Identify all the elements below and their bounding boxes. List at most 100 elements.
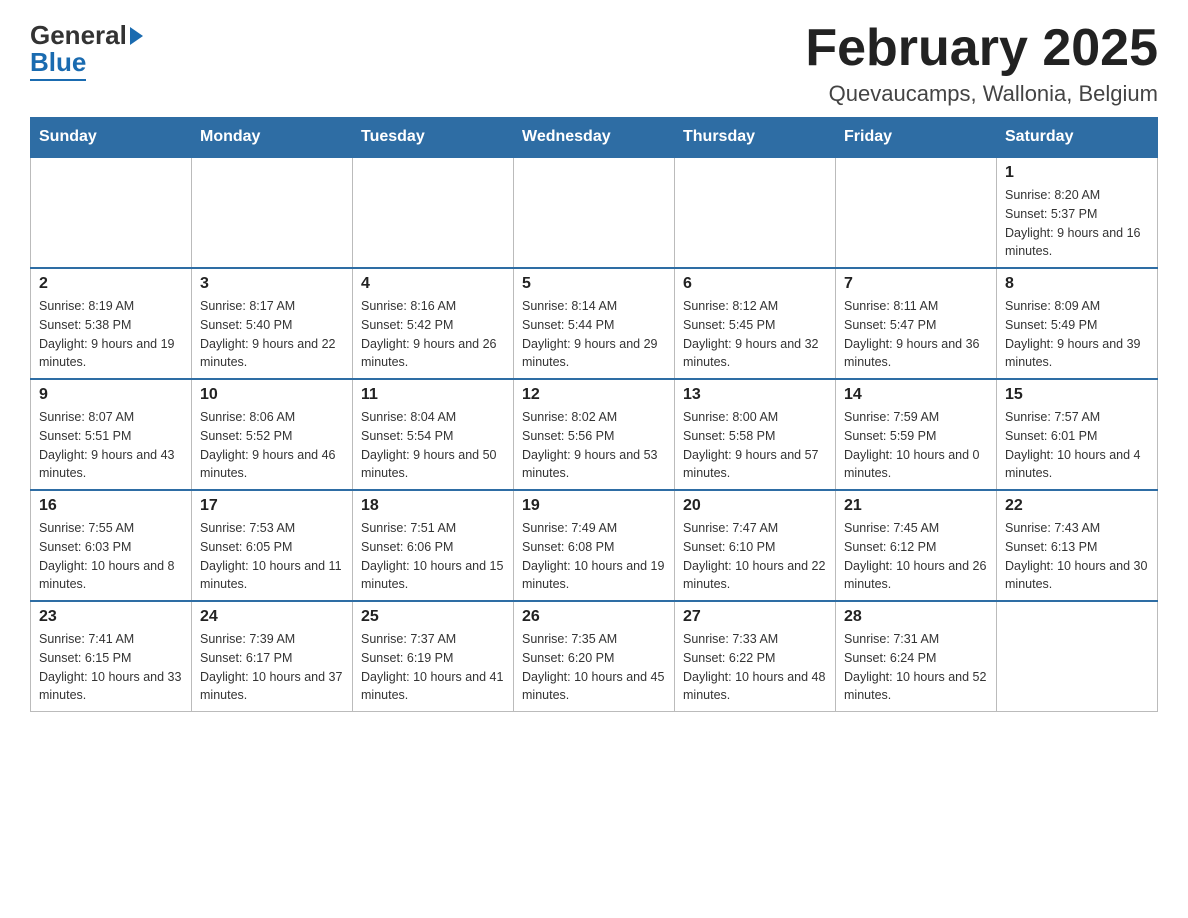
- calendar-week-row: 9 Sunrise: 8:07 AM Sunset: 5:51 PM Daylig…: [31, 379, 1158, 490]
- day-info: Sunrise: 7:33 AM Sunset: 6:22 PM Dayligh…: [683, 630, 827, 705]
- calendar-cell: [997, 601, 1158, 712]
- calendar-table: SundayMondayTuesdayWednesdayThursdayFrid…: [30, 117, 1158, 712]
- calendar-cell: 3 Sunrise: 8:17 AM Sunset: 5:40 PM Daylig…: [192, 268, 353, 379]
- calendar-cell: 2Sunrise: 8:19 AM Sunset: 5:38 PM Daylig…: [31, 268, 192, 379]
- day-info: Sunrise: 7:51 AM Sunset: 6:06 PM Dayligh…: [361, 519, 505, 594]
- calendar-cell: 1 Sunrise: 8:20 AM Sunset: 5:37 PM Daylig…: [997, 157, 1158, 268]
- calendar-cell: 8Sunrise: 8:09 AM Sunset: 5:49 PM Daylig…: [997, 268, 1158, 379]
- day-number: 6: [683, 275, 827, 293]
- day-of-week-header: Tuesday: [353, 118, 514, 158]
- day-info: Sunrise: 7:43 AM Sunset: 6:13 PM Dayligh…: [1005, 519, 1149, 594]
- calendar-cell: 21 Sunrise: 7:45 AM Sunset: 6:12 PM Dayli…: [836, 490, 997, 601]
- location-label: Quevaucamps, Wallonia, Belgium: [805, 81, 1158, 107]
- day-number: 4: [361, 275, 505, 293]
- day-info: Sunrise: 8:09 AM Sunset: 5:49 PM Dayligh…: [1005, 297, 1149, 372]
- calendar-cell: 12 Sunrise: 8:02 AM Sunset: 5:56 PM Dayli…: [514, 379, 675, 490]
- logo-underline: [30, 79, 86, 81]
- month-title: February 2025: [805, 20, 1158, 77]
- calendar-cell: 27 Sunrise: 7:33 AM Sunset: 6:22 PM Dayli…: [675, 601, 836, 712]
- day-info: Sunrise: 7:31 AM Sunset: 6:24 PM Dayligh…: [844, 630, 988, 705]
- day-info: Sunrise: 8:04 AM Sunset: 5:54 PM Dayligh…: [361, 408, 505, 483]
- day-info: Sunrise: 7:53 AM Sunset: 6:05 PM Dayligh…: [200, 519, 344, 594]
- day-info: Sunrise: 8:11 AM Sunset: 5:47 PM Dayligh…: [844, 297, 988, 372]
- calendar-cell: [514, 157, 675, 268]
- day-info: Sunrise: 7:37 AM Sunset: 6:19 PM Dayligh…: [361, 630, 505, 705]
- calendar-cell: 9 Sunrise: 8:07 AM Sunset: 5:51 PM Daylig…: [31, 379, 192, 490]
- day-number: 7: [844, 275, 988, 293]
- day-number: 2: [39, 275, 183, 293]
- calendar-cell: [192, 157, 353, 268]
- logo-blue-text: Blue: [30, 47, 86, 77]
- day-info: Sunrise: 8:20 AM Sunset: 5:37 PM Dayligh…: [1005, 186, 1149, 261]
- day-number: 22: [1005, 497, 1149, 515]
- day-info: Sunrise: 7:45 AM Sunset: 6:12 PM Dayligh…: [844, 519, 988, 594]
- day-number: 21: [844, 497, 988, 515]
- logo: General Blue: [30, 20, 143, 81]
- day-info: Sunrise: 8:14 AM Sunset: 5:44 PM Dayligh…: [522, 297, 666, 372]
- calendar-cell: 19 Sunrise: 7:49 AM Sunset: 6:08 PM Dayli…: [514, 490, 675, 601]
- day-of-week-header: Saturday: [997, 118, 1158, 158]
- day-number: 19: [522, 497, 666, 515]
- calendar-cell: 13Sunrise: 8:00 AM Sunset: 5:58 PM Dayli…: [675, 379, 836, 490]
- day-info: Sunrise: 7:35 AM Sunset: 6:20 PM Dayligh…: [522, 630, 666, 705]
- calendar-cell: 14 Sunrise: 7:59 AM Sunset: 5:59 PM Dayli…: [836, 379, 997, 490]
- day-number: 18: [361, 497, 505, 515]
- calendar-cell: 20 Sunrise: 7:47 AM Sunset: 6:10 PM Dayli…: [675, 490, 836, 601]
- calendar-cell: 10 Sunrise: 8:06 AM Sunset: 5:52 PM Dayli…: [192, 379, 353, 490]
- day-number: 20: [683, 497, 827, 515]
- calendar-cell: 11 Sunrise: 8:04 AM Sunset: 5:54 PM Dayli…: [353, 379, 514, 490]
- day-number: 17: [200, 497, 344, 515]
- logo-triangle-icon: [130, 27, 143, 45]
- calendar-week-row: 2Sunrise: 8:19 AM Sunset: 5:38 PM Daylig…: [31, 268, 1158, 379]
- day-info: Sunrise: 8:00 AM Sunset: 5:58 PM Dayligh…: [683, 408, 827, 483]
- day-number: 14: [844, 386, 988, 404]
- calendar-cell: 24Sunrise: 7:39 AM Sunset: 6:17 PM Dayli…: [192, 601, 353, 712]
- day-number: 26: [522, 608, 666, 626]
- day-number: 9: [39, 386, 183, 404]
- calendar-cell: 25Sunrise: 7:37 AM Sunset: 6:19 PM Dayli…: [353, 601, 514, 712]
- calendar-cell: 4 Sunrise: 8:16 AM Sunset: 5:42 PM Daylig…: [353, 268, 514, 379]
- calendar-week-row: 1 Sunrise: 8:20 AM Sunset: 5:37 PM Daylig…: [31, 157, 1158, 268]
- day-info: Sunrise: 7:47 AM Sunset: 6:10 PM Dayligh…: [683, 519, 827, 594]
- day-info: Sunrise: 8:16 AM Sunset: 5:42 PM Dayligh…: [361, 297, 505, 372]
- calendar-cell: [31, 157, 192, 268]
- day-number: 1: [1005, 164, 1149, 182]
- calendar-cell: 23Sunrise: 7:41 AM Sunset: 6:15 PM Dayli…: [31, 601, 192, 712]
- calendar-cell: 26 Sunrise: 7:35 AM Sunset: 6:20 PM Dayli…: [514, 601, 675, 712]
- day-number: 27: [683, 608, 827, 626]
- day-number: 5: [522, 275, 666, 293]
- calendar-week-row: 16Sunrise: 7:55 AM Sunset: 6:03 PM Dayli…: [31, 490, 1158, 601]
- calendar-cell: 16Sunrise: 7:55 AM Sunset: 6:03 PM Dayli…: [31, 490, 192, 601]
- calendar-body: 1 Sunrise: 8:20 AM Sunset: 5:37 PM Daylig…: [31, 157, 1158, 712]
- day-number: 3: [200, 275, 344, 293]
- calendar-cell: [836, 157, 997, 268]
- day-of-week-header: Wednesday: [514, 118, 675, 158]
- day-info: Sunrise: 8:07 AM Sunset: 5:51 PM Dayligh…: [39, 408, 183, 483]
- day-number: 16: [39, 497, 183, 515]
- calendar-cell: 7 Sunrise: 8:11 AM Sunset: 5:47 PM Daylig…: [836, 268, 997, 379]
- day-info: Sunrise: 8:06 AM Sunset: 5:52 PM Dayligh…: [200, 408, 344, 483]
- day-info: Sunrise: 8:17 AM Sunset: 5:40 PM Dayligh…: [200, 297, 344, 372]
- day-number: 10: [200, 386, 344, 404]
- calendar-cell: 6Sunrise: 8:12 AM Sunset: 5:45 PM Daylig…: [675, 268, 836, 379]
- page-header: General Blue February 2025 Quevaucamps, …: [30, 20, 1158, 107]
- day-info: Sunrise: 7:59 AM Sunset: 5:59 PM Dayligh…: [844, 408, 988, 483]
- day-number: 12: [522, 386, 666, 404]
- day-number: 15: [1005, 386, 1149, 404]
- calendar-cell: 17 Sunrise: 7:53 AM Sunset: 6:05 PM Dayli…: [192, 490, 353, 601]
- calendar-cell: 22 Sunrise: 7:43 AM Sunset: 6:13 PM Dayli…: [997, 490, 1158, 601]
- calendar-cell: [353, 157, 514, 268]
- calendar-header: SundayMondayTuesdayWednesdayThursdayFrid…: [31, 118, 1158, 158]
- day-number: 11: [361, 386, 505, 404]
- day-info: Sunrise: 7:57 AM Sunset: 6:01 PM Dayligh…: [1005, 408, 1149, 483]
- day-of-week-header: Thursday: [675, 118, 836, 158]
- day-of-week-header: Monday: [192, 118, 353, 158]
- day-of-week-header: Friday: [836, 118, 997, 158]
- day-number: 24: [200, 608, 344, 626]
- day-number: 28: [844, 608, 988, 626]
- calendar-week-row: 23Sunrise: 7:41 AM Sunset: 6:15 PM Dayli…: [31, 601, 1158, 712]
- calendar-cell: 5 Sunrise: 8:14 AM Sunset: 5:44 PM Daylig…: [514, 268, 675, 379]
- day-info: Sunrise: 8:02 AM Sunset: 5:56 PM Dayligh…: [522, 408, 666, 483]
- calendar-cell: [675, 157, 836, 268]
- day-info: Sunrise: 7:49 AM Sunset: 6:08 PM Dayligh…: [522, 519, 666, 594]
